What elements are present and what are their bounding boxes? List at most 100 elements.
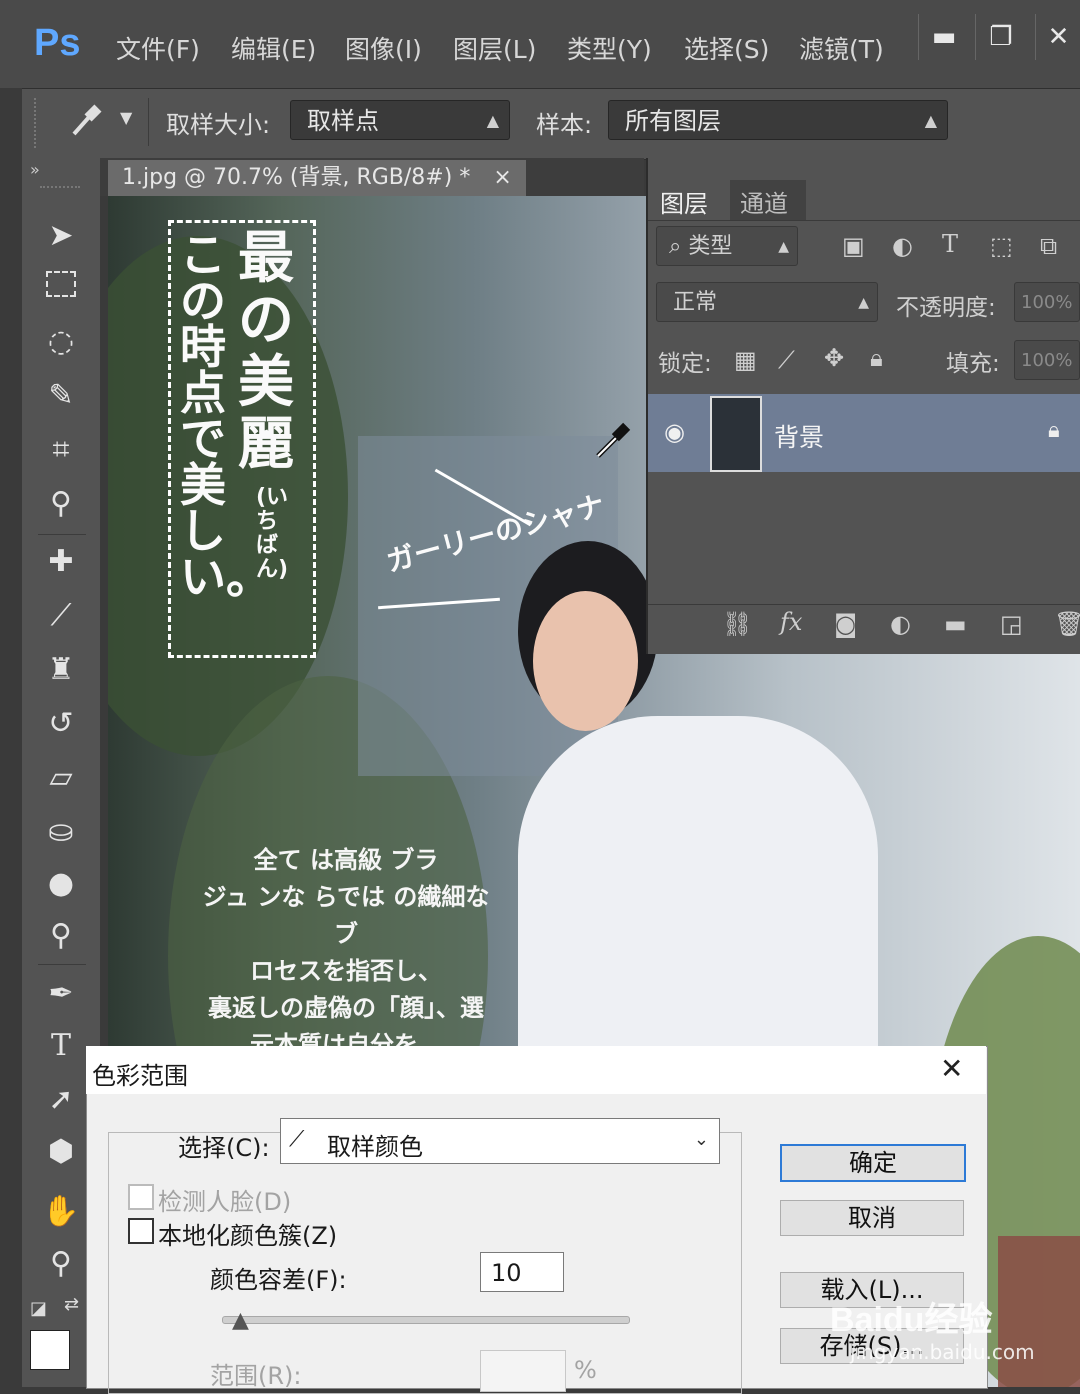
canvas-paragraph-line: ロセスを指否し、 (250, 957, 442, 985)
move-tool-icon[interactable]: ➤ (36, 214, 86, 258)
crop-tool-icon[interactable]: ⌗ (36, 428, 86, 472)
layer-lock-icon: 🔒︎ (1048, 418, 1060, 443)
dodge-tool-icon[interactable]: ⚲ (36, 914, 86, 958)
tool-preset-chevron-icon[interactable]: ▼ (120, 108, 132, 127)
menu-file[interactable]: 文件(F) (116, 30, 200, 66)
filter-shape-icon[interactable]: ⬚ (990, 232, 1013, 260)
detect-faces-checkbox[interactable] (128, 1184, 154, 1210)
clone-stamp-tool-icon[interactable]: ♜ (36, 648, 86, 692)
filter-pixel-icon[interactable]: ▣ (842, 232, 865, 260)
canvas-vertical-text-1: 最の美麗 (238, 226, 294, 477)
slider-thumb-icon[interactable]: ▲ (232, 1308, 249, 1333)
shape-tool-icon[interactable]: ⬢ (36, 1130, 86, 1174)
healing-brush-tool-icon[interactable]: ✚ (36, 540, 86, 584)
eye-visibility-icon[interactable]: ◉ (664, 418, 685, 446)
hand-tool-icon[interactable]: ✋ (36, 1190, 86, 1234)
quick-selection-tool-icon[interactable]: ✎ (36, 374, 86, 418)
face-shape (533, 591, 638, 731)
eyedropper-icon: ⟋ (289, 1127, 305, 1152)
link-layers-icon[interactable]: ⛓ (722, 610, 752, 638)
restore-button[interactable]: ❐ (975, 14, 1026, 60)
ok-button[interactable]: 确定 (780, 1144, 966, 1182)
menu-image[interactable]: 图像(I) (345, 30, 422, 66)
path-selection-tool-icon[interactable]: ➚ (36, 1078, 86, 1122)
menu-edit[interactable]: 编辑(E) (231, 30, 316, 66)
eyedropper-cursor-icon (596, 422, 631, 458)
new-group-folder-icon[interactable]: ▬ (944, 610, 967, 638)
foreground-color-swatch[interactable] (30, 1330, 70, 1370)
delete-layer-trash-icon[interactable]: 🗑︎ (1054, 610, 1080, 638)
new-layer-icon[interactable]: ◲ (1000, 610, 1023, 638)
search-icon: ⌕ (669, 234, 689, 259)
eyedropper-tool-icon[interactable]: ⚲ (36, 482, 86, 526)
fuzziness-label: 颜色容差(F): (210, 1266, 347, 1294)
localized-clusters-checkbox[interactable] (128, 1218, 154, 1244)
eyedropper-icon[interactable] (66, 100, 106, 140)
canvas-paragraph-line: 全て は高級 ブラ (253, 846, 439, 874)
minimize-button[interactable]: ▬ (918, 14, 969, 60)
swap-colors-icon[interactable]: ⇄ (64, 1294, 79, 1315)
zoom-tool-icon[interactable]: ⚲ (36, 1242, 86, 1286)
layer-thumbnail (710, 396, 762, 472)
menu-type[interactable]: 类型(Y) (567, 30, 652, 66)
detect-faces-label: 检测人脸(D) (158, 1188, 292, 1216)
blend-mode-select[interactable]: 正常 ▲ (656, 282, 878, 322)
tab-channels-label: 通道 (740, 190, 788, 218)
lasso-tool-icon[interactable]: ◌ (36, 320, 86, 364)
type-tool-icon[interactable]: T (36, 1024, 86, 1068)
close-tab-icon[interactable]: × (493, 165, 511, 190)
eraser-tool-icon[interactable]: ▱ (36, 756, 86, 800)
dialog-close-icon[interactable]: ✕ (940, 1052, 963, 1085)
fuzziness-input[interactable]: 10 (480, 1252, 564, 1292)
fx-icon[interactable]: fx (780, 608, 802, 636)
adjustment-layer-icon[interactable]: ◐ (890, 610, 911, 638)
updown-icon: ▲ (858, 295, 869, 311)
menu-layer[interactable]: 图层(L) (453, 30, 536, 66)
marquee-tool-icon[interactable] (36, 266, 86, 310)
fill-input[interactable]: 100% (1014, 340, 1080, 380)
blur-tool-icon[interactable]: ● (36, 862, 86, 906)
sample-select[interactable]: 所有图层 ▲ (608, 100, 948, 140)
tool-divider (38, 534, 86, 535)
options-grip (34, 98, 42, 148)
lock-all-icon[interactable]: 🔒︎ (870, 344, 883, 372)
close-window-button[interactable]: ✕ (1035, 14, 1080, 60)
paint-bucket-tool-icon[interactable]: ⛀ (36, 810, 86, 854)
opacity-input[interactable]: 100% (1014, 282, 1080, 322)
menu-filter[interactable]: 滤镜(T) (799, 30, 884, 66)
canvas-paragraph: 全て は高級 ブラ ジュ ンな らでは の繊細な ブ ロセスを指否し、 裏返しの… (196, 842, 496, 1064)
pen-tool-icon[interactable]: ✒ (36, 972, 86, 1016)
select-dropdown[interactable]: ⟋ 取样颜色 ⌄ (280, 1118, 720, 1164)
brush-tool-icon[interactable]: ⟋ (36, 594, 86, 638)
lock-label: 锁定: (658, 351, 712, 377)
lock-transparency-icon[interactable]: ▦ (734, 346, 757, 374)
filter-adjustment-icon[interactable]: ◐ (892, 232, 913, 260)
default-colors-icon[interactable]: ◪ (30, 1298, 47, 1319)
dialog-titlebar (86, 1046, 986, 1094)
filter-smart-object-icon[interactable]: ⧉ (1040, 232, 1057, 260)
fill-label: 填充: (946, 351, 1000, 377)
layer-filter-select[interactable]: ⌕ 类型 ▲ (656, 226, 798, 266)
lock-pixels-brush-icon[interactable]: ⟋ (778, 346, 795, 374)
options-divider (148, 98, 149, 146)
baidu-watermark-logo: Baidu经验 (830, 1301, 993, 1339)
sample-size-select[interactable]: 取样点 ▲ (290, 100, 510, 140)
sample-value: 所有图层 (625, 107, 721, 135)
collapse-icon[interactable]: » (30, 160, 40, 179)
add-mask-icon[interactable]: ◙ (834, 610, 857, 638)
range-input[interactable] (480, 1350, 566, 1392)
history-brush-tool-icon[interactable]: ↺ (36, 702, 86, 746)
lock-position-icon[interactable]: ✥ (824, 344, 844, 372)
document-tab[interactable]: 1.jpg @ 70.7% (背景, RGB/8#) * × (108, 160, 526, 196)
layer-filter-value: 类型 (688, 234, 733, 259)
select-label: 选择(C): (178, 1134, 270, 1162)
filter-type-icon[interactable]: T (942, 230, 958, 258)
updown-icon: ▲ (486, 111, 499, 130)
layer-name[interactable]: 背景 (774, 418, 824, 454)
updown-icon: ▲ (924, 111, 937, 130)
panel-divider (648, 220, 1080, 221)
fuzziness-slider-track[interactable] (222, 1316, 630, 1324)
cancel-button[interactable]: 取消 (780, 1200, 964, 1236)
menu-select[interactable]: 选择(S) (684, 30, 769, 66)
range-label: 范围(R): (210, 1362, 302, 1390)
